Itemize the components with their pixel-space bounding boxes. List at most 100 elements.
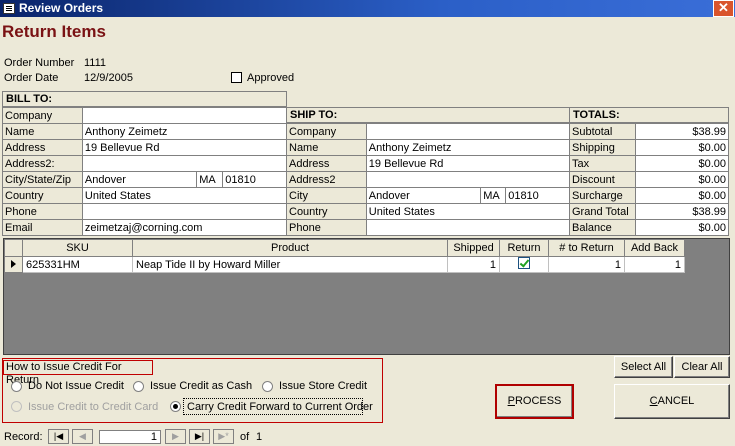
grand-total-value: $38.99	[634, 203, 730, 220]
bill-city-field[interactable]: Andover	[81, 171, 198, 188]
ship-city-label: City	[286, 187, 367, 204]
bill-address2-field[interactable]	[81, 155, 288, 172]
bill-country-field[interactable]: United States	[81, 187, 288, 204]
last-record-icon[interactable]: ▶|	[189, 429, 210, 444]
cancel-label: ANCEL	[657, 395, 695, 407]
ship-to-header: SHIP TO:	[286, 107, 570, 123]
radio-credit-cash[interactable]	[133, 381, 144, 392]
order-date-label: Order Date	[4, 72, 59, 84]
ship-address2-label: Address2	[286, 171, 367, 188]
ship-company-label: Company	[286, 123, 367, 140]
items-table: SKU Product Shipped Return # to Return A…	[4, 239, 685, 273]
close-icon[interactable]: ✕	[713, 0, 734, 17]
table-row[interactable]: 625331HM Neap Tide II by Howard Miller 1…	[4, 256, 685, 273]
shipping-value: $0.00	[634, 139, 730, 156]
ship-address-field[interactable]: 19 Bellevue Rd	[365, 155, 571, 172]
bill-address-label: Address	[2, 139, 83, 156]
record-total: 1	[256, 431, 263, 443]
col-add-back-header[interactable]: Add Back	[624, 239, 685, 257]
bill-address-field[interactable]: 19 Bellevue Rd	[81, 139, 288, 156]
ship-address2-field[interactable]	[365, 171, 571, 188]
radio-credit-cash-label[interactable]: Issue Credit as Cash	[150, 380, 252, 392]
row-selector-header[interactable]	[4, 239, 23, 257]
new-record-icon: ▶*	[213, 429, 234, 444]
shipping-label: Shipping	[569, 139, 636, 156]
bill-city-label: City/State/Zip	[2, 171, 83, 188]
bill-zip-field[interactable]: 01810	[222, 171, 287, 188]
record-of-label: of	[240, 431, 250, 443]
credit-options-title: How to Issue Credit For Return	[3, 360, 153, 386]
subtotal-value: $38.99	[634, 123, 730, 140]
ship-to-table: Company Name Anthony Zeimetz Address 19 Be…	[286, 123, 571, 236]
process-accesskey: P	[507, 395, 515, 407]
col-shipped-header[interactable]: Shipped	[447, 239, 500, 257]
ship-company-field[interactable]	[365, 123, 571, 140]
record-number-input[interactable]: 1	[99, 430, 161, 444]
return-cell[interactable]	[499, 256, 549, 273]
cancel-button[interactable]: CANCEL	[614, 384, 730, 419]
bill-phone-label: Phone	[2, 203, 83, 220]
to-return-cell[interactable]: 1	[548, 256, 625, 273]
balance-label: Balance	[569, 219, 636, 236]
order-number-value: 1111	[84, 57, 107, 69]
window-title: Review Orders	[19, 1, 104, 15]
bill-address2-label: Address2:	[2, 155, 83, 172]
tax-label: Tax	[569, 155, 636, 172]
radio-store-credit-label[interactable]: Issue Store Credit	[279, 380, 367, 392]
bill-to-table: Company Name Anthony Zeimetz Address 19 Be…	[2, 107, 288, 236]
process-label: ROCESS	[514, 395, 562, 407]
ship-name-field[interactable]: Anthony Zeimetz	[365, 139, 571, 156]
col-return-header[interactable]: Return	[499, 239, 549, 257]
radio-carry-forward-label[interactable]: Carry Credit Forward to Current Order	[187, 401, 373, 413]
window-icon[interactable]	[3, 3, 15, 14]
ship-zip-field[interactable]: 01810	[505, 187, 570, 204]
ship-country-field[interactable]: United States	[365, 203, 571, 220]
approved-checkbox[interactable]	[231, 72, 242, 83]
bill-email-field[interactable]: zeimetzaj@corning.com	[81, 219, 288, 236]
ship-phone-field[interactable]	[365, 219, 571, 236]
radio-store-credit[interactable]	[262, 381, 273, 392]
page-title: Return Items	[2, 22, 106, 41]
shipped-cell[interactable]: 1	[447, 256, 500, 273]
bill-email-label: Email	[2, 219, 83, 236]
tax-value: $0.00	[634, 155, 730, 172]
ship-state-field[interactable]: MA	[480, 187, 507, 204]
ship-city-field[interactable]: Andover	[365, 187, 482, 204]
radio-do-not-issue[interactable]	[11, 381, 22, 392]
approved-label: Approved	[247, 72, 295, 84]
clear-all-button[interactable]: Clear All	[674, 356, 730, 378]
add-back-cell[interactable]: 1	[624, 256, 685, 273]
radio-do-not-issue-label[interactable]: Do Not Issue Credit	[28, 380, 124, 392]
radio-carry-forward[interactable]	[170, 401, 181, 412]
bill-country-label: Country	[2, 187, 83, 204]
title-bar: Review Orders ✕	[0, 0, 735, 17]
check-icon[interactable]	[518, 257, 530, 269]
select-all-button[interactable]: Select All	[614, 356, 673, 378]
col-to-return-header[interactable]: # to Return	[548, 239, 625, 257]
surcharge-value: $0.00	[634, 187, 730, 204]
grand-total-label: Grand Total	[569, 203, 636, 220]
bill-state-field[interactable]: MA	[196, 171, 224, 188]
bill-name-field[interactable]: Anthony Zeimetz	[81, 123, 288, 140]
row-selector[interactable]	[4, 256, 23, 273]
totals-header: TOTALS:	[569, 107, 729, 123]
sku-cell[interactable]: 625331HM	[22, 256, 133, 273]
col-sku-header[interactable]: SKU	[22, 239, 133, 257]
bill-company-field[interactable]	[81, 107, 288, 124]
product-cell[interactable]: Neap Tide II by Howard Miller	[132, 256, 448, 273]
process-button[interactable]: PROCESS	[495, 384, 574, 419]
subtotal-label: Subtotal	[569, 123, 636, 140]
items-datasheet[interactable]: SKU Product Shipped Return # to Return A…	[3, 238, 730, 355]
bill-company-label: Company	[2, 107, 83, 124]
totals-table: Subtotal $38.99 Shipping $0.00 Tax $0.00 Di…	[569, 123, 730, 236]
row-pointer-icon	[11, 259, 16, 268]
radio-credit-card	[11, 401, 22, 412]
col-product-header[interactable]: Product	[132, 239, 448, 257]
record-label: Record:	[4, 431, 43, 443]
surcharge-label: Surcharge	[569, 187, 636, 204]
cancel-accesskey: C	[649, 395, 658, 407]
ship-address-label: Address	[286, 155, 367, 172]
bill-phone-field[interactable]	[81, 203, 288, 220]
ship-phone-label: Phone	[286, 219, 367, 236]
first-record-icon[interactable]: |◀	[48, 429, 69, 444]
